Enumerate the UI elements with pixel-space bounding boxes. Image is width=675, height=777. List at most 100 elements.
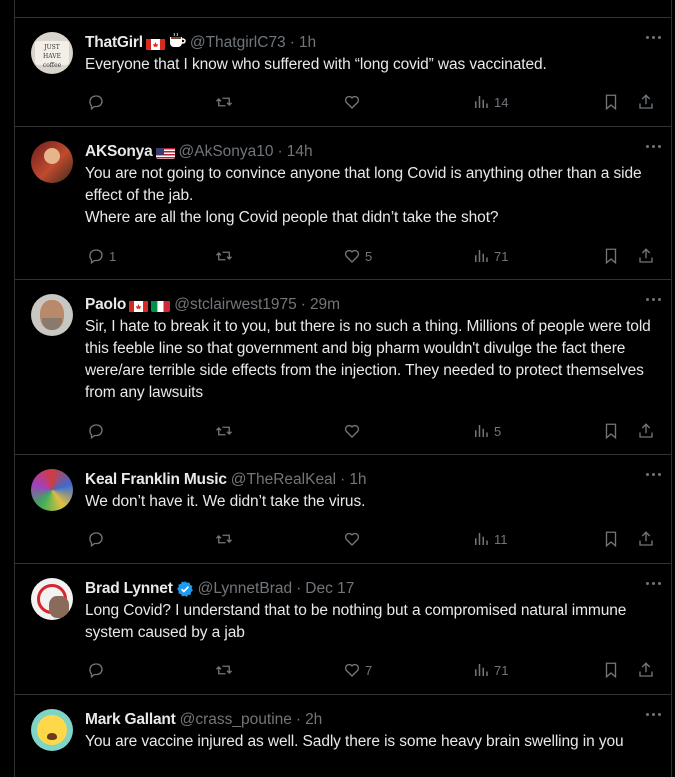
retweet-button[interactable] — [215, 246, 233, 266]
reply-button[interactable] — [87, 421, 109, 441]
like-button[interactable]: 7 — [343, 660, 372, 680]
views-icon — [475, 533, 488, 545]
avatar[interactable] — [31, 141, 73, 183]
retweet-button[interactable] — [215, 92, 233, 112]
views-button[interactable]: 71 — [472, 660, 508, 680]
views-button[interactable]: 5 — [472, 421, 501, 441]
views-button[interactable]: 71 — [472, 246, 508, 266]
more-icon[interactable] — [641, 467, 665, 481]
like-button[interactable] — [343, 92, 365, 112]
tweet-text: Long Covid? I understand that to be noth… — [85, 602, 627, 641]
retweet-button[interactable] — [215, 660, 233, 680]
reply-count: 1 — [109, 248, 117, 264]
avatar[interactable] — [31, 709, 73, 751]
reply-icon — [89, 663, 103, 679]
more-icon[interactable] — [641, 707, 665, 721]
bookmark-button[interactable] — [602, 529, 620, 549]
bookmark-icon — [605, 94, 617, 111]
avatar[interactable] — [31, 294, 73, 336]
avatar-emoji-mouth — [47, 733, 57, 740]
avatar[interactable] — [31, 578, 73, 620]
reply-button[interactable]: 1 — [87, 246, 116, 266]
timestamp[interactable]: 1h — [299, 32, 316, 54]
share-button[interactable] — [637, 246, 655, 266]
more-icon[interactable] — [641, 292, 665, 306]
more-icon[interactable] — [641, 30, 665, 44]
tweet-text: Sir, I hate to break it to you, but ther… — [85, 318, 651, 401]
timestamp[interactable]: 2h — [305, 709, 322, 731]
handle[interactable]: @stclairwest1975 — [174, 294, 297, 316]
tweet[interactable]: Paolo @stclairwest1975 · 29m Sir, I hate… — [15, 280, 671, 455]
avatar[interactable] — [31, 469, 73, 511]
view-count: 11 — [494, 531, 508, 547]
share-icon — [639, 531, 653, 546]
bookmark-button[interactable] — [602, 92, 620, 112]
view-count: 71 — [494, 662, 509, 678]
like-button[interactable] — [343, 421, 365, 441]
views-button[interactable]: 14 — [472, 92, 508, 112]
tweet[interactable]: Keal Franklin Music @TheRealKeal · 1h We… — [15, 455, 671, 564]
handle[interactable]: @ThatgirlC73 — [190, 32, 286, 54]
reply-button[interactable] — [87, 660, 109, 680]
canada-flag-icon — [145, 37, 165, 50]
display-name[interactable]: ThatGirl — [85, 32, 143, 54]
like-count: 5 — [365, 248, 373, 264]
share-button[interactable] — [637, 660, 655, 680]
action-bar: 11 — [85, 529, 657, 549]
timestamp[interactable]: 29m — [310, 294, 340, 316]
views-icon — [475, 664, 488, 676]
separator-dot: · — [296, 580, 302, 597]
verified-icon — [176, 580, 194, 598]
bookmark-button[interactable] — [602, 246, 620, 266]
handle[interactable]: @TheRealKeal — [231, 469, 336, 491]
like-button[interactable] — [343, 529, 365, 549]
handle[interactable]: @crass_poutine — [180, 709, 292, 731]
tweet[interactable]: JUST HAVE coffee ThatGirl @ThatgirlC73 ·… — [15, 18, 671, 127]
tweet[interactable]: Brad Lynnet @LynnetBrad · Dec 17 Long Co… — [15, 564, 671, 695]
action-bar: 1 5 71 — [85, 246, 657, 266]
like-button[interactable]: 5 — [343, 246, 372, 266]
avatar-emoji-face — [37, 715, 67, 745]
display-name[interactable]: Brad Lynnet — [85, 578, 173, 600]
share-button[interactable] — [637, 529, 655, 549]
display-name[interactable]: Paolo — [85, 294, 126, 316]
tweet[interactable]: AKSonya @AkSonya10 · 14h You are not goi… — [15, 127, 671, 280]
timestamp[interactable]: Dec 17 — [305, 578, 354, 600]
view-count: 71 — [494, 248, 509, 264]
display-name[interactable]: Keal Franklin Music — [85, 469, 227, 491]
reply-button[interactable] — [87, 92, 109, 112]
views-icon — [475, 96, 488, 108]
reply-button[interactable] — [87, 529, 109, 549]
share-button[interactable] — [637, 92, 655, 112]
bookmark-button[interactable] — [602, 421, 620, 441]
separator-dot: · — [340, 471, 346, 488]
handle[interactable]: @LynnetBrad — [198, 578, 292, 600]
handle[interactable]: @AkSonya10 — [179, 141, 274, 163]
retweet-button[interactable] — [215, 529, 233, 549]
separator-dot: · — [295, 711, 302, 728]
separator-dot: · — [289, 34, 295, 51]
share-icon — [639, 662, 653, 677]
canada-flag-icon — [129, 299, 149, 312]
share-button[interactable] — [637, 421, 655, 441]
timeline: JUST HAVE coffee ThatGirl @ThatgirlC73 ·… — [14, 0, 672, 777]
retweet-button[interactable] — [215, 421, 233, 441]
display-name[interactable]: Mark Gallant — [85, 709, 176, 731]
tweet[interactable]: Mark Gallant @crass_poutine · 2h You are… — [15, 695, 671, 777]
tweet-text: You are not going to convince anyone tha… — [85, 165, 642, 226]
more-icon[interactable] — [641, 139, 665, 153]
more-icon[interactable] — [641, 576, 665, 590]
views-button[interactable]: 11 — [472, 529, 508, 549]
separator-dot: · — [277, 143, 283, 160]
coffee-icon — [168, 32, 186, 55]
timestamp[interactable]: 1h — [349, 469, 366, 491]
retweet-icon — [216, 97, 232, 107]
like-icon — [344, 95, 360, 109]
timestamp[interactable]: 14h — [287, 141, 313, 163]
views-icon — [475, 425, 488, 437]
reply-icon — [89, 532, 103, 548]
action-bar: 14 — [85, 92, 657, 112]
avatar[interactable]: JUST HAVE coffee — [31, 32, 73, 74]
display-name[interactable]: AKSonya — [85, 141, 153, 163]
bookmark-button[interactable] — [602, 660, 620, 680]
